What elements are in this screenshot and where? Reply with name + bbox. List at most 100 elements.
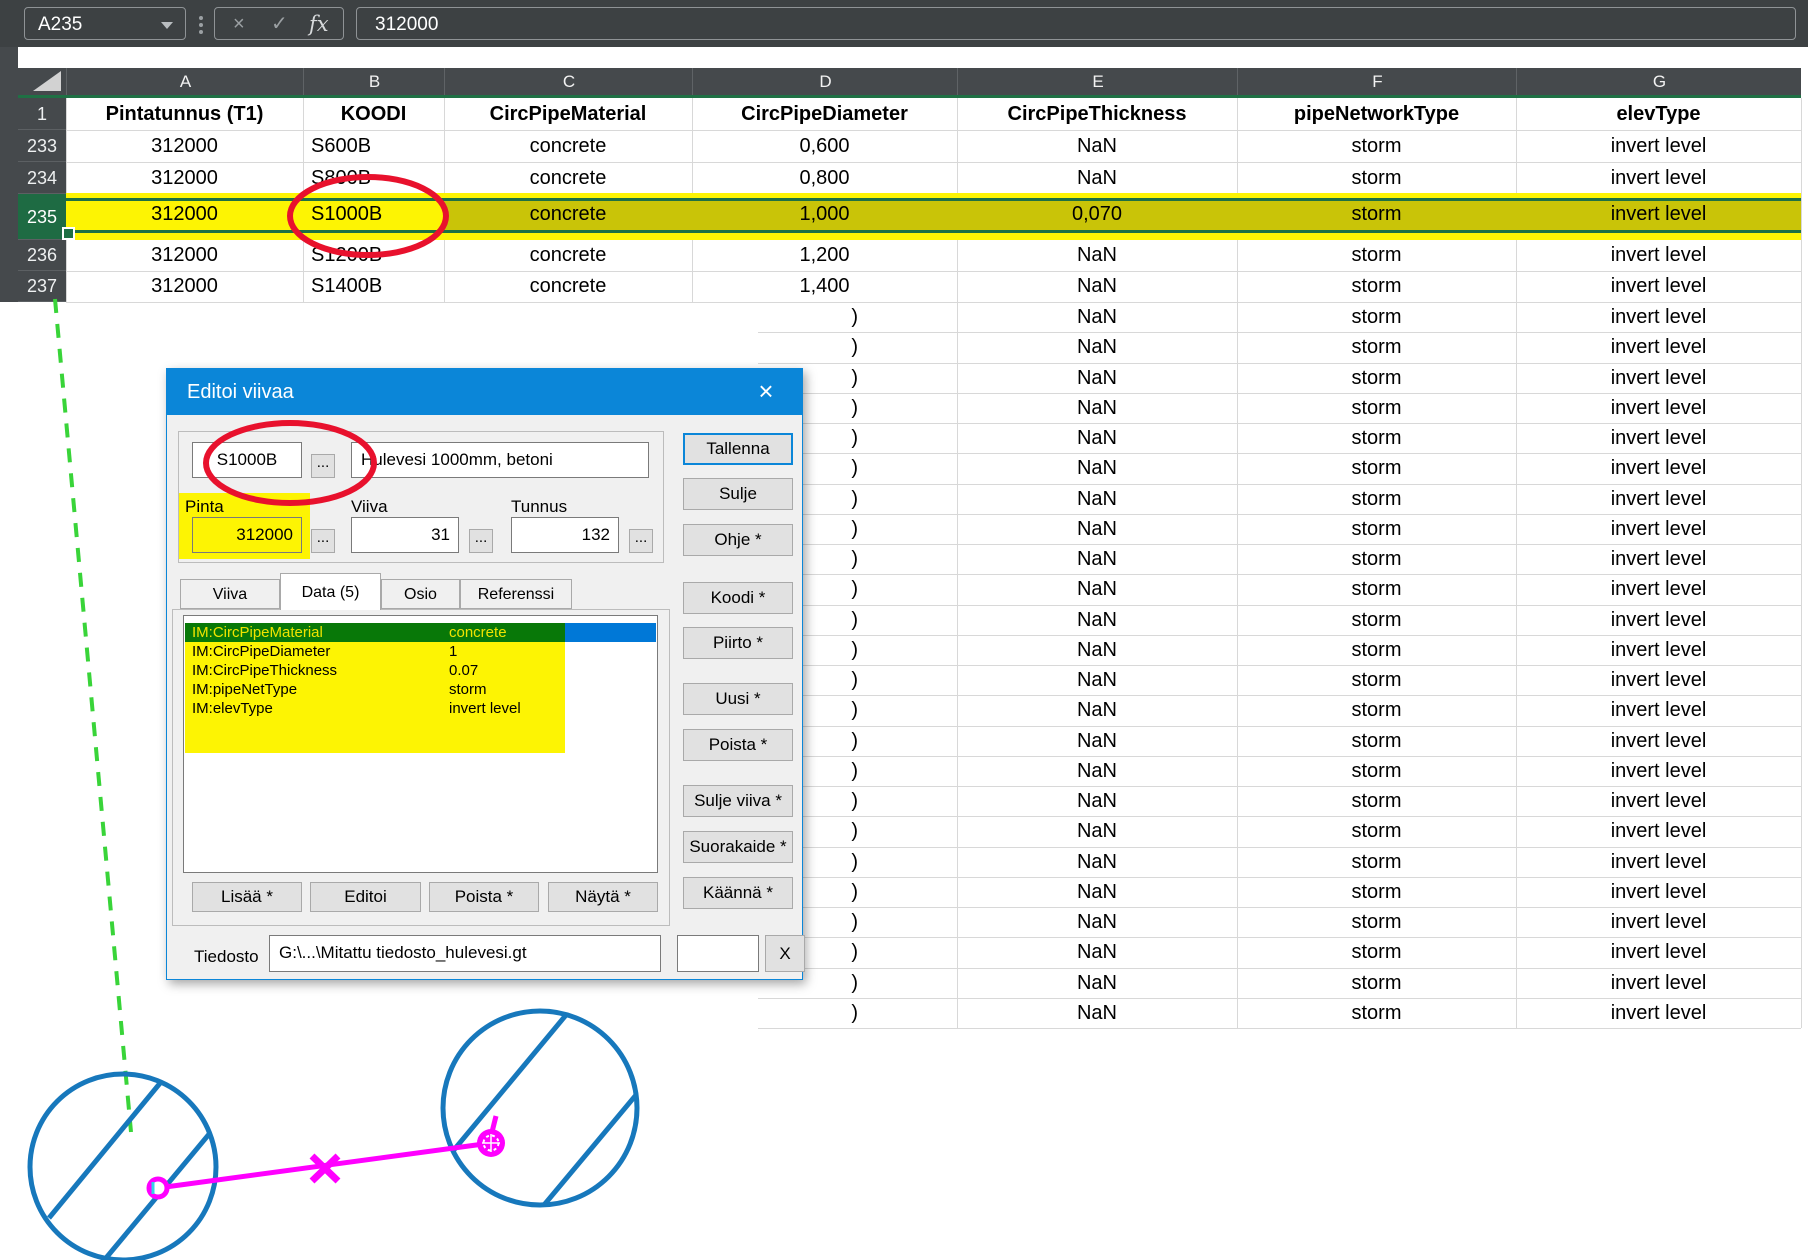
cell[interactable]: storm <box>1237 877 1516 907</box>
cell[interactable]: invert level <box>1516 998 1801 1028</box>
cell[interactable]: invert level <box>1516 695 1801 725</box>
cell[interactable]: NaN <box>957 332 1237 362</box>
cell[interactable]: NaN <box>957 816 1237 846</box>
viiva-input[interactable]: 31 <box>351 517 459 553</box>
button-ohje[interactable]: Ohje * <box>683 524 793 556</box>
cell[interactable]: invert level <box>1516 726 1801 756</box>
cell[interactable]: concrete <box>444 162 692 194</box>
header-cell[interactable]: elevType <box>1516 98 1801 130</box>
cell[interactable]: storm <box>1237 998 1516 1028</box>
header-cell[interactable]: CircPipeMaterial <box>444 98 692 130</box>
cell[interactable]: NaN <box>957 695 1237 725</box>
list-item[interactable]: IM:CircPipeDiameter1 <box>185 642 656 661</box>
cell[interactable]: invert level <box>1516 937 1801 967</box>
cell[interactable]: storm <box>1237 240 1516 271</box>
cell[interactable]: storm <box>1237 847 1516 877</box>
cell[interactable]: NaN <box>957 162 1237 194</box>
button-lisää[interactable]: Lisää * <box>192 882 302 912</box>
cell[interactable]: invert level <box>1516 756 1801 786</box>
button-piirto[interactable]: Piirto * <box>683 627 793 659</box>
row-header-236[interactable]: 236 <box>18 240 66 271</box>
cell[interactable]: invert level <box>1516 907 1801 937</box>
cell[interactable]: S800B <box>303 162 444 194</box>
list-item[interactable]: IM:CircPipeThickness0.07 <box>185 661 656 680</box>
cell[interactable]: storm <box>1237 393 1516 423</box>
cell[interactable]: storm <box>1237 907 1516 937</box>
cell[interactable]: invert level <box>1516 514 1801 544</box>
button-editoi[interactable]: Editoi <box>310 882 421 912</box>
cell[interactable]: storm <box>1237 726 1516 756</box>
cell[interactable]: invert level <box>1516 968 1801 998</box>
row-header-237[interactable]: 237 <box>18 271 66 302</box>
cell[interactable]: storm <box>1237 199 1516 230</box>
cell[interactable]: concrete <box>444 130 692 162</box>
code-input[interactable]: S1000B <box>192 442 302 478</box>
tab-referenssi[interactable]: Referenssi <box>460 579 572 609</box>
cell[interactable]: NaN <box>957 937 1237 967</box>
cell[interactable]: NaN <box>957 130 1237 162</box>
tab-osio[interactable]: Osio <box>381 579 460 609</box>
cell[interactable]: invert level <box>1516 453 1801 483</box>
cell[interactable]: ) <box>692 302 957 332</box>
cell[interactable]: storm <box>1237 816 1516 846</box>
header-cell[interactable]: pipeNetworkType <box>1237 98 1516 130</box>
cell[interactable]: NaN <box>957 423 1237 453</box>
column-header-D[interactable]: D <box>692 68 958 95</box>
cell[interactable]: invert level <box>1516 877 1801 907</box>
cell[interactable]: 1,400 <box>692 271 957 302</box>
enter-icon[interactable]: ✓ <box>271 8 288 41</box>
cell[interactable]: storm <box>1237 605 1516 635</box>
cell[interactable]: invert level <box>1516 423 1801 453</box>
cell[interactable]: NaN <box>957 786 1237 816</box>
cell[interactable]: S1400B <box>303 271 444 302</box>
cell[interactable]: 312000 <box>66 240 303 271</box>
cell[interactable]: 312000 <box>66 271 303 302</box>
code-browse-button[interactable]: ... <box>311 454 335 478</box>
header-cell[interactable]: CircPipeDiameter <box>692 98 957 130</box>
cell[interactable]: NaN <box>957 726 1237 756</box>
cell[interactable]: storm <box>1237 271 1516 302</box>
viiva-browse-button[interactable]: ... <box>469 529 493 553</box>
column-header-A[interactable]: A <box>66 68 304 95</box>
cell[interactable]: invert level <box>1516 332 1801 362</box>
cell[interactable]: storm <box>1237 302 1516 332</box>
cell[interactable]: concrete <box>444 240 692 271</box>
cell[interactable]: invert level <box>1516 847 1801 877</box>
header-cell[interactable]: CircPipeThickness <box>957 98 1237 130</box>
cell[interactable]: storm <box>1237 484 1516 514</box>
cell[interactable]: NaN <box>957 271 1237 302</box>
cell[interactable]: NaN <box>957 363 1237 393</box>
list-item[interactable]: IM:elevTypeinvert level <box>185 699 656 718</box>
cell[interactable]: storm <box>1237 514 1516 544</box>
row-header-1[interactable]: 1 <box>18 98 66 130</box>
cell[interactable]: storm <box>1237 574 1516 604</box>
dialog-titlebar[interactable]: Editoi viivaa × <box>167 369 802 415</box>
cell[interactable]: invert level <box>1516 162 1801 194</box>
row-header-234[interactable]: 234 <box>18 162 66 194</box>
row-header-235[interactable]: 235 <box>18 194 66 240</box>
description-field[interactable]: Hulevesi 1000mm, betoni <box>351 442 649 478</box>
cell[interactable]: 1,000 <box>692 199 957 230</box>
cell[interactable]: NaN <box>957 907 1237 937</box>
fx-icon[interactable]: fx <box>309 8 329 41</box>
button-käännä[interactable]: Käännä * <box>683 877 793 909</box>
cell[interactable]: S1000B <box>303 199 444 230</box>
cell[interactable]: storm <box>1237 756 1516 786</box>
cell[interactable]: NaN <box>957 968 1237 998</box>
cell[interactable]: invert level <box>1516 240 1801 271</box>
cell[interactable]: invert level <box>1516 302 1801 332</box>
cell[interactable]: invert level <box>1516 605 1801 635</box>
cell[interactable]: ) <box>692 332 957 362</box>
cancel-icon[interactable]: × <box>233 8 245 41</box>
button-poista[interactable]: Poista * <box>683 729 793 761</box>
header-cell[interactable]: KOODI <box>303 98 444 130</box>
button-sulje[interactable]: Sulje <box>683 478 793 510</box>
cell[interactable]: storm <box>1237 635 1516 665</box>
cell[interactable]: 0,800 <box>692 162 957 194</box>
cell[interactable]: storm <box>1237 544 1516 574</box>
tab-viiva[interactable]: Viiva <box>180 579 280 609</box>
tunnus-input[interactable]: 132 <box>511 517 619 553</box>
close-icon[interactable]: × <box>746 369 786 415</box>
list-item[interactable]: IM:CircPipeMaterialconcrete <box>185 623 656 642</box>
cell[interactable]: invert level <box>1516 635 1801 665</box>
